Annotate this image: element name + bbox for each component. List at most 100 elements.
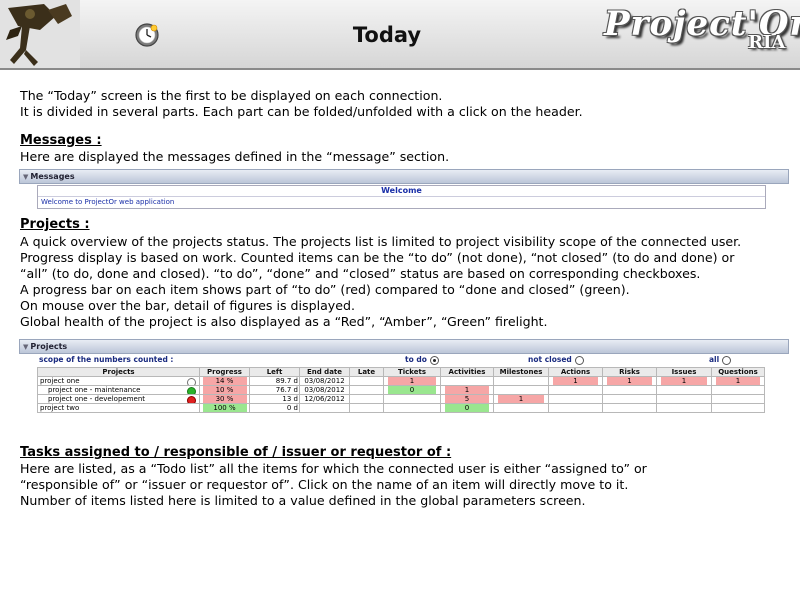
milestones-count-cell[interactable] bbox=[493, 376, 549, 386]
tickets-count-cell[interactable]: 0 bbox=[383, 385, 441, 395]
milestones-count-cell[interactable] bbox=[493, 403, 549, 413]
messages-panel-header[interactable]: ▼ Messages bbox=[19, 169, 789, 184]
projects-desc-line: Progress display is based on work. Count… bbox=[20, 250, 735, 265]
progress-cell[interactable]: 10 % bbox=[199, 385, 250, 395]
column-header[interactable]: Late bbox=[349, 367, 384, 377]
scope-option-all[interactable]: all bbox=[709, 355, 732, 365]
questions-count-cell[interactable] bbox=[711, 394, 765, 404]
left-cell: 89.7 d bbox=[249, 376, 300, 386]
progress-bar[interactable]: 100 % bbox=[202, 404, 247, 412]
risks-count-cell[interactable] bbox=[602, 394, 657, 404]
questions-count-cell[interactable] bbox=[711, 385, 765, 395]
risks-count-cell[interactable] bbox=[602, 385, 657, 395]
issues-count[interactable]: 1 bbox=[661, 377, 707, 385]
radio-icon[interactable] bbox=[429, 355, 439, 365]
progress-cell[interactable]: 14 % bbox=[199, 376, 250, 386]
issues-count-cell[interactable]: 1 bbox=[656, 376, 712, 386]
messages-box: Welcome Welcome to ProjectOr web applica… bbox=[37, 185, 766, 209]
table-row[interactable]: project one - developement 30 % 13 d 12/06/… bbox=[37, 394, 765, 404]
column-header[interactable]: Questions bbox=[711, 367, 765, 377]
scope-option-label: not closed bbox=[528, 355, 572, 364]
late-cell bbox=[349, 376, 384, 386]
table-row[interactable]: project two 100 % 0 d 0 bbox=[37, 403, 765, 413]
questions-count-cell[interactable] bbox=[711, 403, 765, 413]
column-header[interactable]: Actions bbox=[548, 367, 603, 377]
project-name[interactable]: project one bbox=[40, 378, 80, 385]
milestones-count-cell[interactable] bbox=[493, 385, 549, 395]
late-cell bbox=[349, 394, 384, 404]
progress-bar[interactable]: 14 % bbox=[202, 377, 247, 385]
app-header: Today Project'Or RIA bbox=[0, 0, 800, 70]
progress-cell[interactable]: 30 % bbox=[199, 394, 250, 404]
column-header[interactable]: Tickets bbox=[383, 367, 441, 377]
column-header[interactable]: Issues bbox=[656, 367, 712, 377]
project-name[interactable]: project two bbox=[40, 405, 79, 412]
actions-count-cell[interactable] bbox=[548, 394, 603, 404]
intro-line: It is divided in several parts. Each par… bbox=[20, 104, 583, 119]
projects-panel-header[interactable]: ▼ Projects bbox=[19, 339, 789, 354]
end-date-cell: 03/08/2012 bbox=[299, 376, 350, 386]
activities-count[interactable]: 5 bbox=[445, 395, 489, 403]
actions-count-cell[interactable] bbox=[548, 403, 603, 413]
activities-count-cell[interactable]: 1 bbox=[440, 385, 494, 395]
scope-option-todo[interactable]: to do bbox=[405, 355, 439, 365]
column-header[interactable]: Projects bbox=[37, 367, 200, 377]
project-name[interactable]: project one - developement bbox=[48, 396, 145, 403]
column-header[interactable]: Progress bbox=[199, 367, 250, 377]
tickets-count[interactable]: 1 bbox=[388, 377, 436, 385]
actions-count[interactable]: 1 bbox=[553, 377, 598, 385]
activities-count[interactable]: 1 bbox=[445, 386, 489, 394]
project-name-cell[interactable]: project two bbox=[37, 403, 200, 413]
scope-option-label: all bbox=[709, 355, 720, 364]
tickets-count-cell[interactable] bbox=[383, 403, 441, 413]
progress-bar[interactable]: 10 % bbox=[202, 386, 247, 394]
radio-icon[interactable] bbox=[722, 355, 732, 365]
tickets-count-cell[interactable] bbox=[383, 394, 441, 404]
scope-option-not-closed[interactable]: not closed bbox=[528, 355, 584, 365]
activities-count-cell[interactable]: 0 bbox=[440, 403, 494, 413]
projects-desc-line: On mouse over the bar, detail of figures… bbox=[20, 298, 356, 313]
radio-icon[interactable] bbox=[574, 355, 584, 365]
risks-count-cell[interactable] bbox=[602, 403, 657, 413]
progress-bar[interactable]: 30 % bbox=[202, 395, 247, 403]
project-name-cell[interactable]: project one - developement bbox=[37, 394, 200, 404]
column-header[interactable]: End date bbox=[299, 367, 350, 377]
table-row[interactable]: project one 14 % 89.7 d 03/08/2012 1 1 1 1 1 bbox=[37, 376, 765, 386]
risks-count[interactable]: 1 bbox=[607, 377, 652, 385]
projects-desc-line: “all” (to do, done and closed). “to do”,… bbox=[20, 266, 701, 281]
column-header[interactable]: Risks bbox=[602, 367, 657, 377]
activities-count[interactable]: 0 bbox=[445, 404, 489, 412]
questions-count[interactable]: 1 bbox=[716, 377, 760, 385]
projects-table: Projects Progress Left End date Late Tickets A… bbox=[37, 367, 765, 413]
tasks-desc-line: Number of items listed here is limited t… bbox=[20, 493, 586, 508]
project-name[interactable]: project one - maintenance bbox=[48, 387, 140, 394]
milestones-count-cell[interactable]: 1 bbox=[493, 394, 549, 404]
health-light-icon bbox=[187, 378, 196, 385]
actions-count-cell[interactable] bbox=[548, 385, 603, 395]
issues-count-cell[interactable] bbox=[656, 394, 712, 404]
risks-count-cell[interactable]: 1 bbox=[602, 376, 657, 386]
late-cell bbox=[349, 385, 384, 395]
milestones-count[interactable]: 1 bbox=[498, 395, 544, 403]
column-header[interactable]: Left bbox=[249, 367, 300, 377]
project-name-cell[interactable]: project one bbox=[37, 376, 200, 386]
tickets-count-cell[interactable]: 1 bbox=[383, 376, 441, 386]
activities-count-cell[interactable] bbox=[440, 376, 494, 386]
tickets-count[interactable]: 0 bbox=[388, 386, 436, 394]
message-title: Welcome bbox=[38, 186, 765, 197]
intro-line: The “Today” screen is the first to be di… bbox=[20, 88, 443, 103]
panel-title: Projects bbox=[30, 342, 68, 351]
table-row[interactable]: project one - maintenance 10 % 76.7 d 03/08… bbox=[37, 385, 765, 395]
column-header[interactable]: Activities bbox=[440, 367, 494, 377]
questions-count-cell[interactable]: 1 bbox=[711, 376, 765, 386]
progress-cell[interactable]: 100 % bbox=[199, 403, 250, 413]
issues-count-cell[interactable] bbox=[656, 385, 712, 395]
health-light-icon bbox=[187, 396, 196, 403]
column-header[interactable]: Milestones bbox=[493, 367, 549, 377]
actions-count-cell[interactable]: 1 bbox=[548, 376, 603, 386]
project-name-cell[interactable]: project one - maintenance bbox=[37, 385, 200, 395]
messages-heading: Messages : bbox=[20, 133, 102, 148]
projects-desc-line: A progress bar on each item shows part o… bbox=[20, 282, 630, 297]
activities-count-cell[interactable]: 5 bbox=[440, 394, 494, 404]
issues-count-cell[interactable] bbox=[656, 403, 712, 413]
